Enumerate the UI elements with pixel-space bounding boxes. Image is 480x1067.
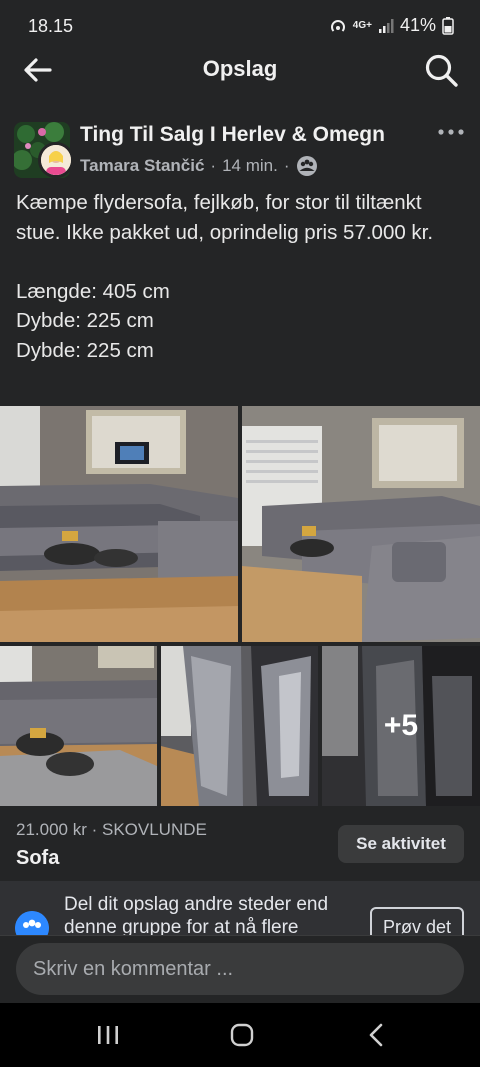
system-nav-bar: [0, 1003, 480, 1067]
status-bar: 18.15 4G+ 41%: [0, 0, 480, 50]
recent-apps-icon[interactable]: [88, 1019, 128, 1051]
author-name[interactable]: Tamara Stančić: [80, 156, 204, 176]
photo-grid: +5: [0, 406, 480, 806]
share-banner-text: Del dit opslag andre steder end denne gr…: [64, 894, 329, 935]
status-time: 18.15: [28, 16, 74, 36]
comment-area: [0, 935, 480, 1003]
group-name[interactable]: Ting Til Salg I Herlev & Omegn: [80, 123, 385, 147]
photo-3[interactable]: [0, 646, 157, 806]
signal-icon: [378, 18, 394, 33]
post-text: Kæmpe flydersofa, fejlkøb, for stor til …: [16, 191, 434, 362]
comment-input[interactable]: [16, 943, 464, 995]
user-avatar[interactable]: [38, 142, 74, 178]
home-icon[interactable]: [222, 1019, 262, 1051]
post-time[interactable]: 14 min.: [222, 156, 278, 176]
post-meta: Tamara Stančić · 14 min. ·: [80, 155, 318, 177]
status-icons: 4G+ 41%: [329, 15, 454, 36]
network-type-label: 4G+: [352, 19, 372, 31]
meta-separator: ·: [210, 156, 217, 175]
photo-1[interactable]: [0, 406, 238, 642]
groups-icon: [15, 911, 49, 935]
meta-separator: ·: [283, 156, 290, 175]
listing-title: Sofa: [16, 847, 60, 869]
share-banner: Del dit opslag andre steder end denne gr…: [0, 881, 480, 935]
more-photos-overlay[interactable]: +5: [322, 646, 480, 806]
app-bar: Opslag: [0, 50, 480, 90]
more-options-icon[interactable]: [436, 120, 466, 144]
photo-4[interactable]: [161, 646, 318, 806]
see-activity-button[interactable]: Se aktivitet: [338, 825, 464, 863]
listing-price-location: 21.000 kr · SKOVLUNDE: [16, 820, 207, 839]
back-nav-icon[interactable]: [357, 1019, 397, 1051]
photo-2[interactable]: [242, 406, 480, 642]
listing-info: 21.000 kr · SKOVLUNDE Sofa Se aktivitet: [0, 818, 480, 876]
photo-5[interactable]: +5: [322, 646, 480, 806]
try-it-button[interactable]: Prøv det: [370, 907, 464, 935]
battery-icon: [442, 16, 454, 35]
search-icon[interactable]: [422, 51, 460, 89]
post-header: Ting Til Salg I Herlev & Omegn Tamara St…: [0, 118, 480, 180]
group-privacy-icon: [296, 156, 317, 176]
page-title: Opslag: [202, 56, 278, 81]
battery-percentage: 41%: [399, 15, 436, 35]
hotspot-icon: [330, 19, 345, 32]
